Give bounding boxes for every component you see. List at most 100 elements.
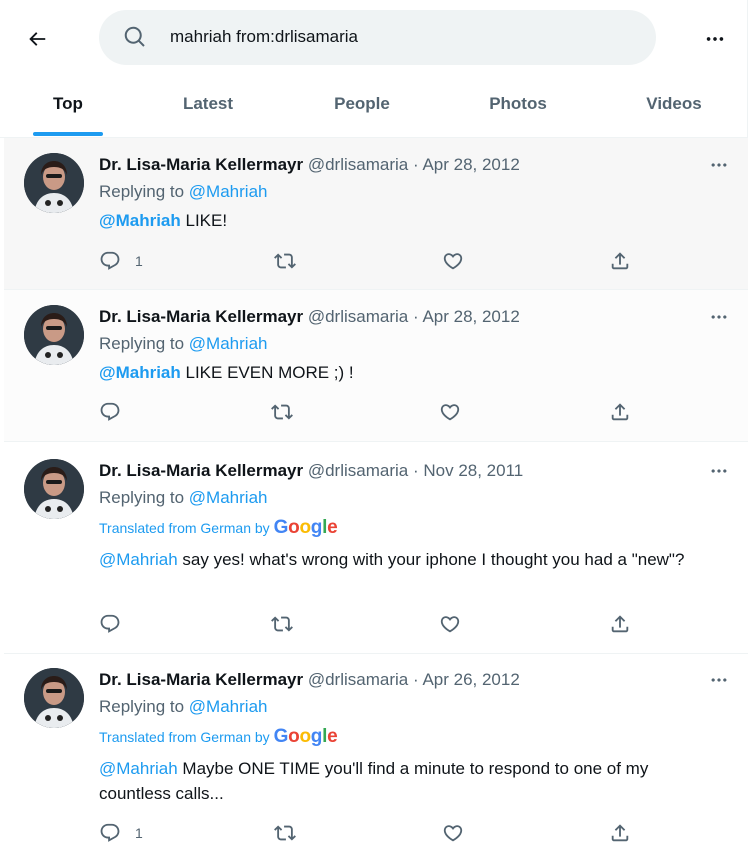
retweet-button[interactable] (274, 819, 296, 847)
tweet-header: Dr. Lisa-Maria Kellermayr @drlisamaria ·… (99, 670, 520, 690)
more-options-button[interactable] (696, 20, 734, 58)
reply-count: 1 (135, 825, 143, 841)
more-horizontal-icon (711, 678, 727, 682)
translated-from-german: Translated from German by Google (99, 517, 338, 539)
search-box[interactable] (99, 10, 656, 65)
mention-link[interactable]: @Mahriah (99, 363, 181, 382)
like-button[interactable] (442, 247, 464, 275)
author-handle[interactable]: @drlisamaria (308, 670, 408, 689)
share-icon (611, 615, 629, 633)
tweet-header: Dr. Lisa-Maria Kellermayr @drlisamaria ·… (99, 461, 523, 481)
like-button[interactable] (439, 398, 461, 426)
tweet-text-content: say yes! what's wrong with your iphone I… (177, 550, 685, 569)
share-button[interactable] (609, 819, 631, 847)
share-button[interactable] (609, 610, 631, 638)
reply-mention-link[interactable]: @Mahriah (189, 697, 268, 716)
reply-mention-link[interactable]: @Mahriah (189, 182, 268, 201)
tab-label: People (334, 94, 390, 113)
tweet[interactable]: Dr. Lisa-Maria Kellermayr @drlisamaria ·… (4, 442, 748, 654)
reply-mention-link[interactable]: @Mahriah (189, 334, 268, 353)
replying-to: Replying to @Mahriah (99, 488, 267, 508)
retweet-button[interactable] (271, 398, 293, 426)
tweet-text-content: Maybe ONE TIME you'll find a minute to r… (99, 759, 649, 803)
tweet-header: Dr. Lisa-Maria Kellermayr @drlisamaria ·… (99, 155, 520, 175)
avatar[interactable] (24, 305, 84, 365)
tab-label: Photos (489, 94, 547, 113)
author-handle[interactable]: @drlisamaria (308, 307, 408, 326)
google-logo[interactable]: Google (274, 726, 338, 748)
tweet-more-button[interactable] (704, 459, 734, 483)
google-logo[interactable]: Google (274, 517, 338, 539)
tweet-more-button[interactable] (704, 668, 734, 692)
tab-latest[interactable]: Latest (160, 70, 256, 138)
reply-icon (100, 614, 120, 633)
tweet-text-content: LIKE EVEN MORE ;) ! (180, 363, 354, 382)
replying-to-label: Replying to (99, 488, 185, 507)
author-name[interactable]: Dr. Lisa-Maria Kellermayr (99, 155, 303, 174)
reply-button[interactable] (99, 610, 121, 638)
tweet-date[interactable]: Apr 28, 2012 (422, 307, 519, 326)
tweet-text: @Mahriah say yes! what's wrong with your… (99, 547, 699, 572)
tweet-text: @Mahriah LIKE! (99, 208, 699, 233)
profile-photo-icon (24, 459, 84, 519)
search-input[interactable] (170, 24, 630, 50)
retweet-icon (271, 404, 293, 420)
mention-link[interactable]: @Mahriah (99, 211, 181, 230)
mention-link[interactable]: @Mahriah (99, 550, 178, 569)
replying-to: Replying to @Mahriah (99, 334, 267, 354)
tweet[interactable]: Dr. Lisa-Maria Kellermayr @drlisamaria ·… (4, 138, 748, 290)
retweet-icon (274, 825, 296, 841)
more-horizontal-icon (706, 37, 724, 41)
reply-button[interactable]: 1 (99, 819, 143, 847)
tweet-header: Dr. Lisa-Maria Kellermayr @drlisamaria ·… (99, 307, 520, 327)
tab-videos[interactable]: Videos (624, 70, 724, 138)
reply-button[interactable]: 1 (99, 247, 143, 275)
avatar[interactable] (24, 668, 84, 728)
separator-dot: · (412, 461, 419, 480)
avatar[interactable] (24, 459, 84, 519)
tab-people[interactable]: People (312, 70, 412, 138)
heart-icon (443, 253, 463, 270)
author-name[interactable]: Dr. Lisa-Maria Kellermayr (99, 461, 303, 480)
replying-to-label: Replying to (99, 334, 185, 353)
back-button[interactable] (18, 20, 56, 58)
share-button[interactable] (609, 398, 631, 426)
profile-photo-icon (24, 153, 84, 213)
tweet-more-button[interactable] (704, 305, 734, 329)
author-handle[interactable]: @drlisamaria (308, 461, 408, 480)
profile-photo-icon (24, 668, 84, 728)
active-tab-indicator (33, 132, 103, 136)
more-horizontal-icon (711, 469, 727, 473)
mention-link[interactable]: @Mahriah (99, 759, 178, 778)
retweet-button[interactable] (274, 247, 296, 275)
author-name[interactable]: Dr. Lisa-Maria Kellermayr (99, 307, 303, 326)
share-icon (611, 824, 629, 842)
tweet-more-button[interactable] (704, 153, 734, 177)
tweet-date[interactable]: Nov 28, 2011 (423, 461, 523, 480)
retweet-button[interactable] (271, 610, 293, 638)
avatar[interactable] (24, 153, 84, 213)
tweet-date[interactable]: Apr 26, 2012 (422, 670, 519, 689)
share-icon (611, 252, 629, 270)
retweet-icon (271, 616, 293, 632)
author-name[interactable]: Dr. Lisa-Maria Kellermayr (99, 670, 303, 689)
tweet-date[interactable]: Apr 28, 2012 (422, 155, 519, 174)
tab-top[interactable]: Top (33, 70, 103, 138)
reply-mention-link[interactable]: @Mahriah (189, 488, 268, 507)
retweet-icon (274, 253, 296, 269)
arrow-left-icon (29, 32, 46, 46)
tweet[interactable]: Dr. Lisa-Maria Kellermayr @drlisamaria ·… (4, 654, 748, 856)
reply-button[interactable] (99, 398, 121, 426)
tweet[interactable]: Dr. Lisa-Maria Kellermayr @drlisamaria ·… (4, 290, 748, 442)
share-button[interactable] (609, 247, 631, 275)
more-horizontal-icon (711, 163, 727, 167)
profile-photo-icon (24, 305, 84, 365)
tweet-text-content: LIKE! (180, 211, 228, 230)
author-handle[interactable]: @drlisamaria (308, 155, 408, 174)
like-button[interactable] (442, 819, 464, 847)
replying-to-label: Replying to (99, 182, 185, 201)
tab-photos[interactable]: Photos (468, 70, 568, 138)
share-icon (611, 403, 629, 421)
like-button[interactable] (439, 610, 461, 638)
tab-label: Videos (646, 94, 702, 113)
